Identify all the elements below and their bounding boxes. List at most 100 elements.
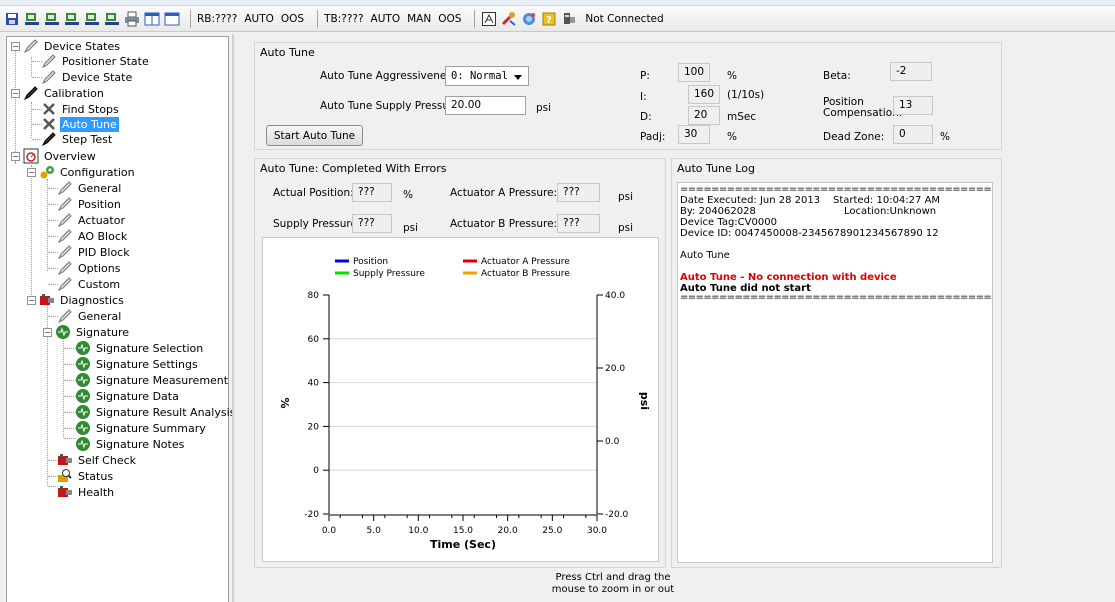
expander-calibration[interactable]: − bbox=[11, 89, 20, 98]
i-label: I: bbox=[640, 91, 647, 103]
rb-auto-button[interactable]: AUTO bbox=[244, 13, 274, 25]
pencil-icon bbox=[57, 308, 73, 324]
expander-signature[interactable]: − bbox=[43, 328, 52, 337]
pencil-icon bbox=[41, 131, 57, 147]
dead-zone-unit: % bbox=[940, 131, 950, 143]
device-compare-icon[interactable] bbox=[64, 11, 80, 27]
network-icon[interactable] bbox=[521, 11, 537, 27]
pencil-icon bbox=[23, 38, 39, 54]
log-error: Auto Tune - No connection with device bbox=[680, 272, 897, 283]
expander-configuration[interactable]: − bbox=[27, 168, 36, 177]
tree-item-overview[interactable]: Overview bbox=[23, 148, 98, 164]
tree-item-positioner-state[interactable]: Positioner State bbox=[41, 53, 151, 69]
device-download-icon[interactable] bbox=[104, 11, 120, 27]
tree-item-position[interactable]: Position bbox=[57, 196, 123, 212]
expander-overview[interactable]: − bbox=[11, 152, 20, 161]
tree-item-signature[interactable]: Signature bbox=[55, 324, 131, 340]
log-location: Location:Unknown bbox=[844, 206, 937, 217]
diagnostics-icon bbox=[57, 452, 73, 468]
tb-auto-button[interactable]: AUTO bbox=[371, 13, 401, 25]
auto-tune-log[interactable]: ========================================… bbox=[677, 182, 993, 563]
save-icon[interactable] bbox=[4, 11, 20, 27]
tree-item-configuration[interactable]: Configuration bbox=[39, 164, 137, 180]
connection-status: Not Connected bbox=[585, 12, 664, 25]
legend-label: Supply Pressure bbox=[353, 269, 425, 279]
tree-item-health[interactable]: Health bbox=[57, 484, 116, 500]
tree-item-signature-summary[interactable]: Signature Summary bbox=[75, 420, 208, 436]
window-layout-icon[interactable] bbox=[144, 11, 160, 27]
toolbar-separator bbox=[190, 9, 191, 28]
supply-pressure-result-value: ??? bbox=[352, 214, 392, 233]
pencil-icon bbox=[41, 53, 57, 69]
supply-pressure-result-label: Supply Pressure: bbox=[273, 218, 361, 230]
beta-value: -2 bbox=[890, 62, 932, 81]
log-separator: ========================================… bbox=[680, 184, 993, 195]
tree-item-device-states[interactable]: Device States bbox=[23, 38, 122, 54]
tree-item-signature-settings[interactable]: Signature Settings bbox=[75, 356, 200, 372]
x-tick-label: 20.0 bbox=[498, 526, 518, 536]
log-device-id: Device ID: 0047450008-234567890123456789… bbox=[680, 228, 939, 239]
text-view-icon[interactable] bbox=[481, 11, 497, 27]
device-write-icon[interactable] bbox=[44, 11, 60, 27]
p-value: 100 bbox=[678, 63, 710, 82]
tb-oos-button[interactable]: OOS bbox=[438, 13, 461, 25]
beta-label: Beta: bbox=[823, 70, 851, 82]
log-by: By: 204062028 bbox=[680, 206, 756, 217]
tree-item-calibration[interactable]: Calibration bbox=[23, 85, 106, 101]
tree-item-diag-general[interactable]: General bbox=[57, 308, 123, 324]
log-separator: ========================================… bbox=[680, 292, 993, 303]
tree-item-diagnostics[interactable]: Diagnostics bbox=[39, 292, 126, 308]
auto-tune-chart[interactable]: -20 0 20 40 60 80 -20.0 0.0 20.0 40.0 0.0 5.0 10.0 15… bbox=[262, 237, 659, 562]
tools-icon[interactable] bbox=[501, 11, 517, 27]
i-unit: (1/10s) bbox=[727, 89, 765, 101]
y-tick-label: -20 bbox=[304, 510, 319, 520]
device-read-icon[interactable] bbox=[24, 11, 40, 27]
tree-item-signature-data[interactable]: Signature Data bbox=[75, 388, 181, 404]
tree-item-device-state[interactable]: Device State bbox=[41, 69, 134, 85]
x-tick-label: 25.0 bbox=[542, 526, 562, 536]
toolbar-separator bbox=[474, 9, 476, 28]
legend-label: Actuator A Pressure bbox=[481, 257, 570, 267]
y-tick-label: 20 bbox=[308, 422, 320, 432]
actuator-b-label: Actuator B Pressure: bbox=[450, 218, 558, 230]
supply-pressure-label: Auto Tune Supply Pressure: bbox=[320, 100, 464, 112]
tree-item-find-stops[interactable]: Find Stops bbox=[41, 101, 121, 117]
rb-oos-button[interactable]: OOS bbox=[281, 13, 304, 25]
pane-splitter[interactable] bbox=[232, 34, 235, 602]
tree-item-signature-measurement[interactable]: Signature Measurement bbox=[75, 372, 230, 388]
log-device-tag: Device Tag:CV0000 bbox=[680, 217, 777, 228]
navigation-tree[interactable]: − Device States Positioner State Device … bbox=[6, 36, 235, 602]
dead-zone-value: 0 bbox=[893, 125, 933, 144]
tree-item-pid-block[interactable]: PID Block bbox=[57, 244, 132, 260]
x-tick-label: 0.0 bbox=[322, 526, 337, 536]
actual-position-unit: % bbox=[403, 189, 413, 201]
expander-device-states[interactable]: − bbox=[11, 42, 20, 51]
start-auto-tune-button[interactable]: Start Auto Tune bbox=[266, 125, 363, 146]
aggressiveness-select[interactable]: 0: Normal bbox=[445, 66, 529, 86]
tree-item-signature-selection[interactable]: Signature Selection bbox=[75, 340, 205, 356]
print-icon[interactable] bbox=[124, 11, 140, 27]
help-icon[interactable]: ? bbox=[541, 11, 557, 27]
tree-item-status[interactable]: Status bbox=[57, 468, 115, 484]
gauge-icon bbox=[23, 148, 39, 164]
tree-item-signature-notes[interactable]: Signature Notes bbox=[75, 436, 186, 452]
device-upload-icon[interactable] bbox=[84, 11, 100, 27]
tree-item-custom[interactable]: Custom bbox=[57, 276, 122, 292]
expander-diagnostics[interactable]: − bbox=[27, 296, 36, 305]
tree-item-self-check[interactable]: Self Check bbox=[57, 452, 138, 468]
tree-line bbox=[47, 179, 48, 271]
tree-item-step-test[interactable]: Step Test bbox=[41, 131, 114, 147]
window-single-icon[interactable] bbox=[164, 11, 180, 27]
tree-item-options[interactable]: Options bbox=[57, 260, 122, 276]
tb-man-button[interactable]: MAN bbox=[407, 13, 431, 25]
tree-item-general[interactable]: General bbox=[57, 180, 123, 196]
tree-item-ao-block[interactable]: AO Block bbox=[57, 228, 129, 244]
x-axis-label: Time (Sec) bbox=[430, 538, 496, 551]
tree-item-actuator[interactable]: Actuator bbox=[57, 212, 127, 228]
tree-item-signature-result-analysis[interactable]: Signature Result Analysis bbox=[75, 404, 237, 420]
device-info-icon[interactable] bbox=[561, 11, 577, 27]
auto-tune-group: Auto Tune bbox=[254, 42, 1002, 150]
y2-tick-label: 20.0 bbox=[605, 364, 625, 374]
tree-item-auto-tune[interactable]: Auto Tune bbox=[41, 116, 119, 132]
supply-pressure-input[interactable]: 20.00 bbox=[445, 96, 526, 115]
